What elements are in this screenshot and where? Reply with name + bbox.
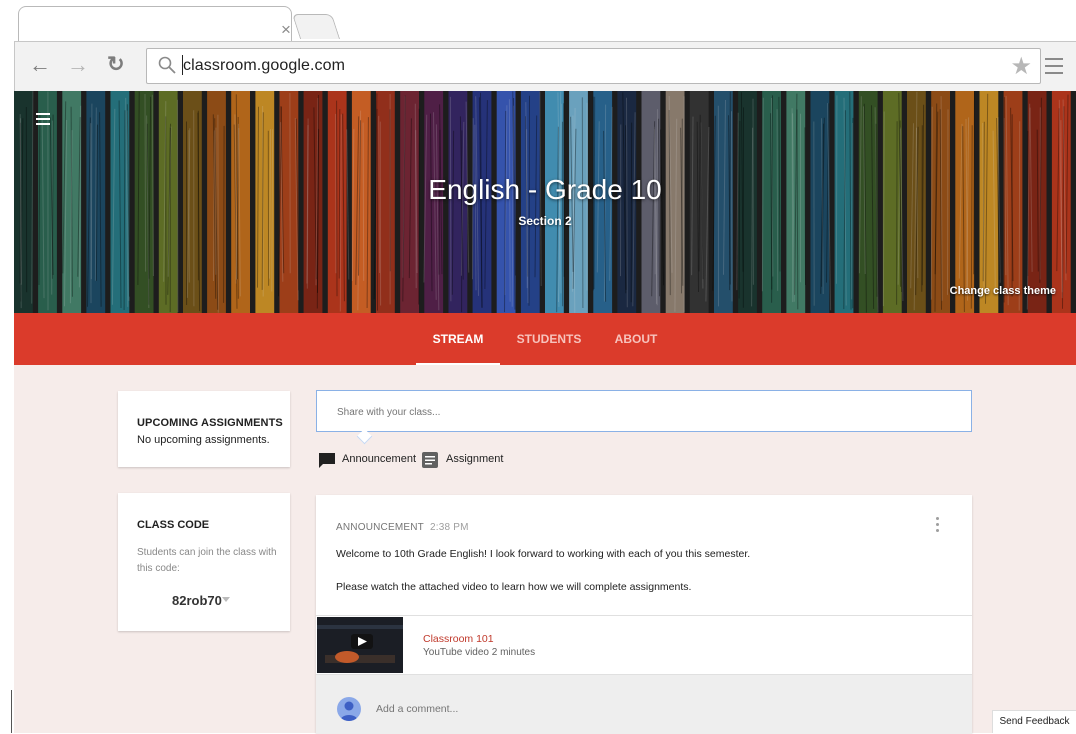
post-text-line-1: Welcome to 10th Grade English! I look fo…: [336, 548, 750, 560]
stream-content: UPCOMING ASSIGNMENTS No upcoming assignm…: [14, 365, 1076, 733]
more-options-icon[interactable]: [936, 517, 940, 535]
class-code-description: Students can join the class with this co…: [137, 545, 277, 577]
back-arrow-icon[interactable]: ←: [29, 53, 51, 77]
assignment-icon: [422, 452, 438, 468]
send-feedback-button[interactable]: Send Feedback: [992, 710, 1076, 733]
class-code-card: CLASS CODE Students can join the class w…: [118, 493, 290, 631]
browser-menu-icon[interactable]: [1045, 58, 1063, 74]
chevron-down-icon[interactable]: [222, 597, 230, 602]
new-tab-button[interactable]: [292, 14, 340, 39]
main-menu-icon[interactable]: [36, 113, 50, 128]
change-class-theme-link[interactable]: Change class theme: [950, 285, 1056, 297]
video-thumbnail[interactable]: [317, 617, 403, 673]
upcoming-title: UPCOMING ASSIGNMENTS: [137, 417, 283, 429]
attachment-meta: YouTube video 2 minutes: [423, 647, 535, 658]
post-time: 2:38 PM: [430, 522, 469, 533]
avatar: [337, 697, 361, 721]
upcoming-assignments-card: UPCOMING ASSIGNMENTS No upcoming assignm…: [118, 391, 290, 467]
comment-row: Add a comment...: [316, 674, 972, 734]
tab-about[interactable]: ABOUT: [608, 313, 664, 365]
bookmark-star-icon[interactable]: ★: [1010, 52, 1032, 81]
class-title: English - Grade 10: [14, 174, 1076, 206]
browser-toolbar: ← → ↻ classroom.google.com ★: [14, 41, 1076, 92]
add-comment-input[interactable]: Add a comment...: [376, 703, 458, 715]
announcement-icon: [318, 452, 336, 468]
upcoming-empty-text: No upcoming assignments.: [137, 434, 270, 446]
browser-tab-bar: ×: [0, 0, 1076, 42]
search-icon: [157, 55, 177, 75]
forward-arrow-icon[interactable]: →: [67, 53, 89, 77]
class-code-title: CLASS CODE: [137, 519, 209, 531]
post-type: ANNOUNCEMENT: [336, 522, 424, 533]
share-input[interactable]: [335, 391, 939, 433]
address-url[interactable]: classroom.google.com: [183, 57, 345, 75]
attachment-title[interactable]: Classroom 101: [423, 633, 494, 645]
person-icon: [337, 697, 361, 721]
announcement-post: ANNOUNCEMENT 2:38 PM Welcome to 10th Grad…: [316, 495, 972, 733]
tab-stream[interactable]: STREAM: [416, 313, 500, 365]
post-header: ANNOUNCEMENT 2:38 PM: [336, 522, 469, 533]
video-attachment[interactable]: Classroom 101 YouTube video 2 minutes: [316, 615, 972, 674]
class-tab-bar: STREAM STUDENTS ABOUT: [14, 313, 1076, 365]
class-section: Section 2: [14, 214, 1076, 228]
assignment-label: Assignment: [446, 453, 503, 465]
share-box[interactable]: [316, 390, 972, 432]
window-edge: [11, 690, 12, 733]
close-tab-icon[interactable]: ×: [281, 21, 291, 38]
reload-icon[interactable]: ↻: [107, 53, 125, 77]
announcement-label: Announcement: [342, 453, 416, 465]
browser-tab[interactable]: ×: [18, 6, 292, 43]
post-text-line-2: Please watch the attached video to learn…: [336, 581, 691, 593]
class-code-value: 82rob70: [172, 593, 222, 608]
video-thumbnail-image: [317, 617, 403, 673]
class-banner: English - Grade 10 Section 2 Change clas…: [14, 91, 1076, 313]
address-bar[interactable]: classroom.google.com ★: [146, 48, 1041, 84]
tab-students[interactable]: STUDENTS: [510, 313, 588, 365]
